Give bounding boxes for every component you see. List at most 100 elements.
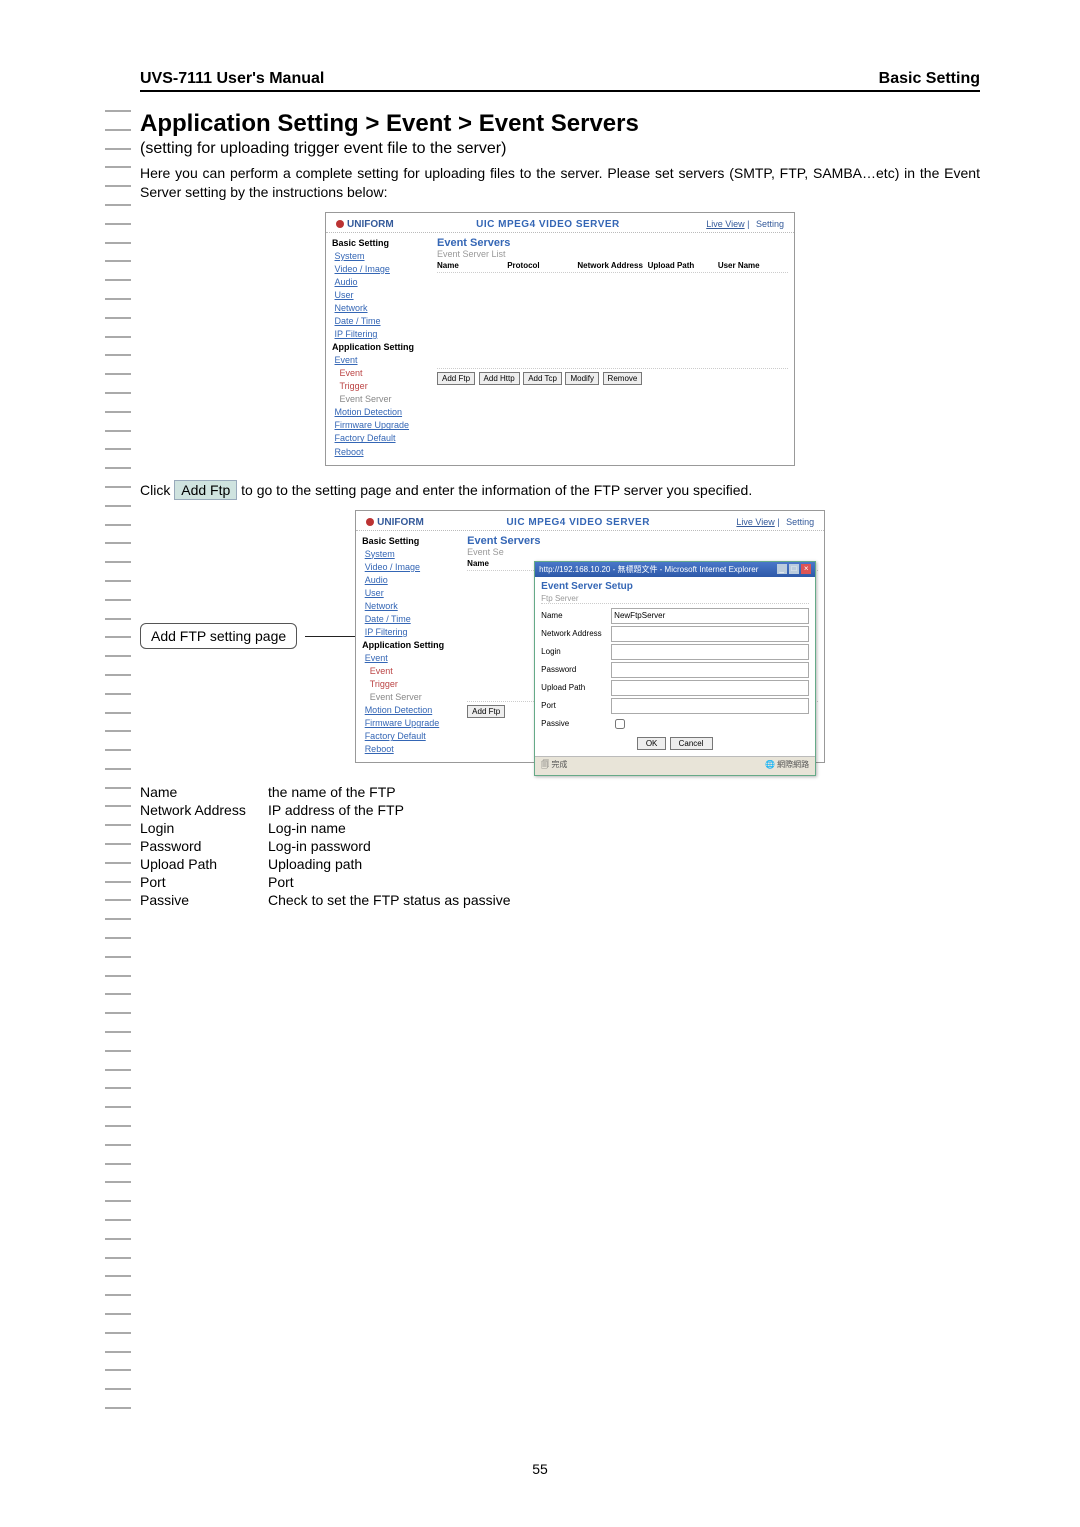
field-login-input[interactable] (611, 644, 809, 660)
sidebar-event-sub[interactable]: Event (340, 368, 363, 378)
add-tcp-button[interactable]: Add Tcp (523, 372, 562, 385)
spiral-binding (118, 110, 130, 1410)
sb2-video[interactable]: Video / Image (365, 562, 420, 572)
sb2-audio[interactable]: Audio (365, 575, 388, 585)
modify-button[interactable]: Modify (565, 372, 599, 385)
live-view-link2[interactable]: Live View (736, 517, 774, 527)
sidebar-event[interactable]: Event (335, 355, 358, 365)
field-port-label: Port (541, 701, 611, 710)
add-ftp-button[interactable]: Add Ftp (437, 372, 475, 385)
top-links2: Live View | Setting (732, 517, 814, 527)
sb2-reboot[interactable]: Reboot (365, 744, 394, 754)
col-upload-path: Upload Path (648, 261, 718, 270)
field-port-input[interactable] (611, 698, 809, 714)
col-network-address: Network Address (577, 261, 647, 270)
add-http-button[interactable]: Add Http (479, 372, 520, 385)
product-title2: UIC MPEG4 VIDEO SERVER (506, 517, 650, 528)
setting-link[interactable]: Setting (756, 219, 784, 229)
def-desc: the name of the FTP (268, 783, 519, 801)
sidebar-video-image[interactable]: Video / Image (335, 264, 390, 274)
def-desc: Check to set the FTP status as passive (268, 891, 519, 909)
header-divider (140, 90, 980, 92)
table-row: PortPort (140, 873, 519, 891)
definitions-table: Namethe name of the FTP Network AddressI… (140, 783, 519, 909)
setting-link2[interactable]: Setting (786, 517, 814, 527)
window-buttons: _ □ × (777, 564, 811, 575)
def-term: Name (140, 783, 268, 801)
def-term: Login (140, 819, 268, 837)
sb2-user[interactable]: User (365, 588, 384, 598)
def-term: Network Address (140, 801, 268, 819)
minimize-icon[interactable]: _ (777, 564, 787, 574)
sb2-motion[interactable]: Motion Detection (365, 705, 433, 715)
def-desc: Uploading path (268, 855, 519, 873)
sidebar-trigger[interactable]: Trigger (340, 381, 368, 391)
sidebar-system[interactable]: System (335, 251, 365, 261)
field-passive-checkbox[interactable] (615, 719, 625, 729)
sidebar-date-time[interactable]: Date / Time (335, 316, 381, 326)
sidebar: Basic Setting System Video / Image Audio… (326, 233, 431, 465)
field-uploadpath-input[interactable] (611, 680, 809, 696)
col-user-name: User Name (718, 261, 788, 270)
live-view-link[interactable]: Live View (706, 219, 744, 229)
top-links: Live View | Setting (702, 219, 784, 229)
header-left: UVS-7111 User's Manual (140, 70, 324, 88)
panel2-title: Event Servers (467, 535, 818, 547)
field-login-label: Login (541, 647, 611, 656)
sidebar-user[interactable]: User (335, 290, 354, 300)
field-name-label: Name (541, 611, 611, 620)
field-name-input[interactable] (611, 608, 809, 624)
page-subtitle: (setting for uploading trigger event fil… (140, 140, 980, 158)
list-area (437, 273, 788, 369)
panel2-sub: Event Se (467, 547, 818, 557)
maximize-icon[interactable]: □ (789, 564, 799, 574)
sb2-network[interactable]: Network (365, 601, 398, 611)
sb2-trigger[interactable]: Trigger (370, 679, 398, 689)
sb2-appsetting: Application Setting (362, 639, 457, 652)
ok-button[interactable]: OK (637, 737, 667, 750)
sidebar-event-server[interactable]: Event Server (340, 394, 392, 404)
def-desc: Log-in password (268, 837, 519, 855)
status-left: 🗐 完成 (541, 759, 567, 773)
table-row: Upload PathUploading path (140, 855, 519, 873)
sidebar-reboot[interactable]: Reboot (335, 447, 364, 457)
sb2-eventsub[interactable]: Event (370, 666, 393, 676)
field-password-label: Password (541, 665, 611, 674)
popup-title-text: http://192.168.10.20 - 無標題文件 - Microsoft… (539, 564, 777, 575)
table-row: Network AddressIP address of the FTP (140, 801, 519, 819)
main-panel: Event Servers Event Server List Name Pro… (431, 233, 794, 465)
list-header: Name Protocol Network Address Upload Pat… (437, 259, 788, 273)
sidebar-firmware-upgrade[interactable]: Firmware Upgrade (335, 420, 410, 430)
sb2-datetime[interactable]: Date / Time (365, 614, 411, 624)
def-term: Password (140, 837, 268, 855)
col-name: Name (437, 261, 507, 270)
sb2-system[interactable]: System (365, 549, 395, 559)
table-row: PassiveCheck to set the FTP status as pa… (140, 891, 519, 909)
popup-subheading: Ftp Server (541, 594, 809, 604)
sidebar-network[interactable]: Network (335, 303, 368, 313)
sb2-event[interactable]: Event (365, 653, 388, 663)
field-password-input[interactable] (611, 662, 809, 678)
click-instruction: Click Add Ftp to go to the setting page … (140, 482, 980, 498)
panel-list-title: Event Server List (437, 249, 788, 259)
callout-line (305, 636, 355, 637)
sidebar-motion-detection[interactable]: Motion Detection (335, 407, 403, 417)
add-ftp-button2[interactable]: Add Ftp (467, 705, 505, 718)
callout-label: Add FTP setting page (140, 623, 297, 649)
sb2-ipfilter[interactable]: IP Filtering (365, 627, 408, 637)
sb2-eventserver[interactable]: Event Server (370, 692, 422, 702)
table-row: LoginLog-in name (140, 819, 519, 837)
sidebar-audio[interactable]: Audio (335, 277, 358, 287)
sidebar-ip-filtering[interactable]: IP Filtering (335, 329, 378, 339)
page-number: 55 (0, 1461, 1080, 1477)
field-network-input[interactable] (611, 626, 809, 642)
def-term: Passive (140, 891, 268, 909)
field-network-label: Network Address (541, 629, 611, 638)
remove-button[interactable]: Remove (603, 372, 643, 385)
intro-paragraph: Here you can perform a complete setting … (140, 164, 980, 202)
sb2-firmware[interactable]: Firmware Upgrade (365, 718, 440, 728)
sidebar-factory-default[interactable]: Factory Default (335, 433, 396, 443)
sb2-factory[interactable]: Factory Default (365, 731, 426, 741)
close-icon[interactable]: × (801, 564, 811, 574)
cancel-button[interactable]: Cancel (670, 737, 713, 750)
